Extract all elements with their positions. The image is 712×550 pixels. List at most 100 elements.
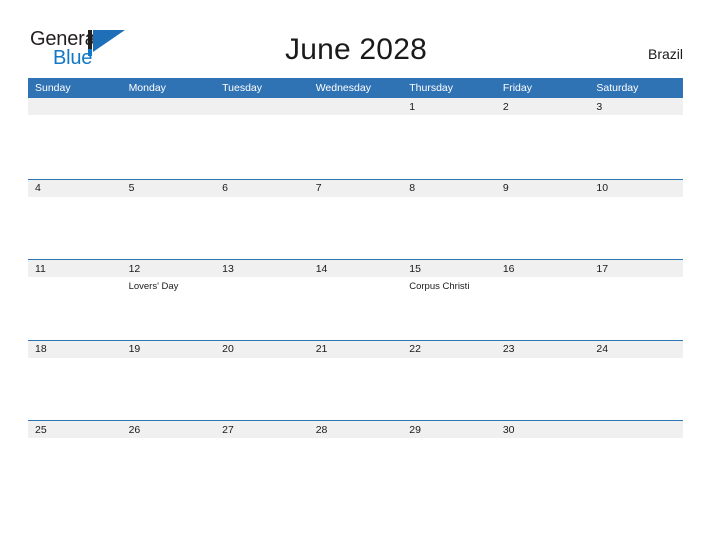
calendar-day-cell[interactable]: 20 [215,340,309,421]
weekday-header-friday: Friday [502,82,532,94]
day-events [122,115,216,118]
calendar-day-cell[interactable]: 25 [28,421,122,501]
day-events [496,438,590,441]
region-label: Brazil [647,46,683,62]
calendar-day-cell[interactable]: 16 [495,260,590,340]
day-events [215,115,309,118]
day-number: 23 [495,340,590,358]
day-events [402,438,496,441]
day-events [496,197,590,200]
calendar-day-cell[interactable]: 14 [308,260,403,340]
day-number [215,98,309,115]
day-events [215,277,309,280]
calendar-day-cell[interactable]: 19 [121,340,216,421]
day-number: 27 [215,421,309,438]
day-number: 16 [495,260,590,277]
calendar-day-cell[interactable]: 1 [402,98,496,178]
calendar-day-cell[interactable]: 29 [402,421,496,501]
day-events [309,197,403,200]
day-events [589,358,683,361]
calendar-day-cell[interactable]: 30 [495,421,590,501]
calendar-day-cell-empty [121,98,216,178]
day-number: 28 [308,421,403,438]
calendar-day-cell[interactable]: 22 [402,340,496,421]
day-events [28,197,122,200]
calendar-day-cell[interactable]: 12 Lovers' Day [121,260,216,340]
day-events [309,358,403,361]
day-events [28,438,122,441]
day-events [309,277,403,280]
day-number: 19 [121,340,216,358]
day-number: 1 [402,98,496,115]
day-number: 15 [402,260,496,277]
day-events [28,358,122,361]
calendar-week-row: 11 12 Lovers' Day 13 14 15 Corpus Christi 16 17 [28,259,683,340]
calendar-day-cell[interactable]: 8 [402,179,496,260]
day-number: 18 [28,340,122,358]
day-events [28,277,122,280]
calendar-day-cell[interactable]: 26 [121,421,216,501]
calendar-week-row: 25 26 27 28 29 30 [28,420,683,501]
day-number [28,98,122,115]
day-number: 29 [402,421,496,438]
day-number: 11 [28,260,122,277]
day-number: 2 [495,98,590,115]
day-events [215,197,309,200]
weekday-header-thursday: Thursday [409,82,454,94]
day-number: 6 [215,179,309,197]
calendar-day-cell[interactable]: 2 [495,98,590,178]
calendar-day-cell[interactable]: 4 [28,179,122,260]
calendar-weeks: 1 2 3 4 5 6 7 8 9 10 11 12 Lovers' Day 13 14 15 Corpus C… [28,98,683,501]
day-event-label: Lovers' Day [128,281,179,292]
day-events [309,115,403,118]
calendar-day-cell[interactable]: 10 [589,179,683,260]
calendar-day-cell[interactable]: 17 [589,260,683,340]
day-number: 26 [121,421,216,438]
weekday-header-sunday: Sunday [35,82,71,94]
calendar-day-cell[interactable]: 18 [28,340,122,421]
day-number: 13 [215,260,309,277]
weekday-header-row: Sunday Monday Tuesday Wednesday Thursday… [28,78,683,98]
calendar-week-row: 123 [28,98,683,179]
day-events [122,438,216,441]
day-number: 25 [28,421,122,438]
calendar-day-cell[interactable]: 15 Corpus Christi [402,260,496,340]
weekday-header-saturday: Saturday [596,82,639,94]
calendar-day-cell-empty [28,98,122,178]
day-number: 21 [308,340,403,358]
day-events [402,358,496,361]
calendar-day-cell[interactable]: 13 [215,260,309,340]
weekday-header-wednesday: Wednesday [315,82,371,94]
weekday-header-monday: Monday [128,82,166,94]
day-number: 30 [495,421,590,438]
calendar-week-cells: 11 12 Lovers' Day 13 14 15 Corpus Christi 16 17 [28,260,683,340]
calendar-day-cell[interactable]: 3 [589,98,683,178]
calendar-day-cell[interactable]: 28 [308,421,403,501]
calendar-day-cell[interactable]: 21 [308,340,403,421]
day-number: 7 [308,179,403,197]
calendar-day-cell[interactable]: 27 [215,421,309,501]
day-events [589,438,683,441]
calendar-day-cell-empty [308,98,403,178]
calendar-day-cell[interactable]: 24 [589,340,683,421]
day-event-label: Corpus Christi [409,281,470,292]
day-number: 17 [589,260,683,277]
day-events [402,115,496,118]
calendar-day-cell[interactable]: 9 [495,179,590,260]
calendar-day-cell[interactable]: 6 [215,179,309,260]
day-number: 3 [589,98,683,115]
day-events: Corpus Christi [402,277,496,293]
calendar-page: General Blue June 2028 Brazil Sunday Mon… [0,0,712,550]
day-number: 5 [121,179,216,197]
day-events [589,115,683,118]
calendar-week-row: 18 19 20 21 22 23 24 [28,339,683,421]
day-events [496,115,590,118]
day-events [309,438,403,441]
calendar-day-cell[interactable]: 23 [495,340,590,421]
day-events [589,197,683,200]
calendar-day-cell[interactable]: 5 [121,179,216,260]
day-events [28,115,122,118]
day-events [496,277,590,280]
calendar-day-cell[interactable]: 11 [28,260,122,340]
calendar-day-cell[interactable]: 7 [308,179,403,260]
